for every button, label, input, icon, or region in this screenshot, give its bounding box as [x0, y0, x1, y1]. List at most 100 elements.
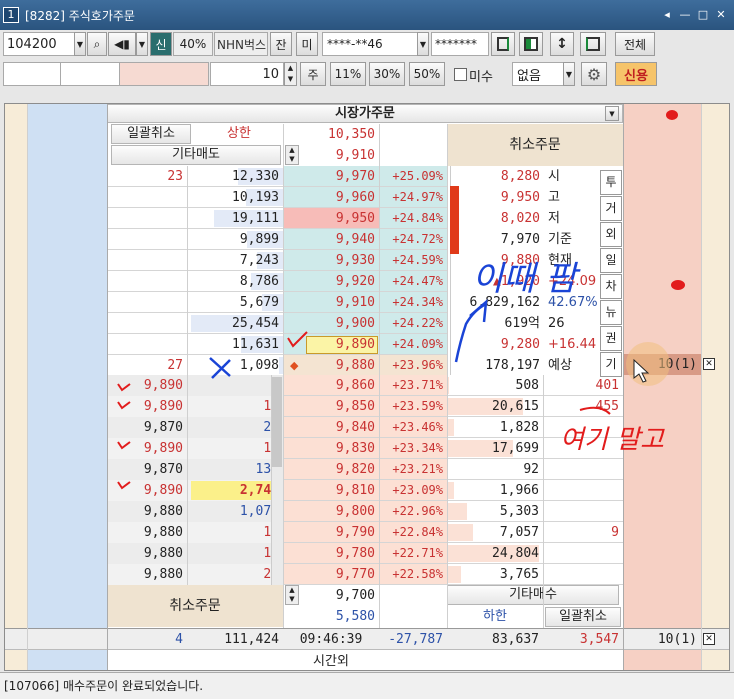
- bid-order-count[interactable]: [543, 480, 623, 501]
- credit-type-button[interactable]: 신: [150, 32, 172, 56]
- other-buy-button[interactable]: 기타매수: [447, 585, 619, 605]
- bid-qty[interactable]: 7,057: [447, 522, 543, 543]
- ask-price[interactable]: 9,900: [283, 313, 379, 334]
- upper-limit-price[interactable]: 10,350: [283, 124, 379, 145]
- ask-order-count[interactable]: 23: [107, 166, 187, 187]
- bid-qty[interactable]: 20,615: [447, 396, 543, 417]
- price-stepper-bottom[interactable]: ▲ ▼: [285, 585, 299, 605]
- ask-price[interactable]: 9,960: [283, 187, 379, 208]
- bid-price[interactable]: 9,850: [283, 396, 379, 417]
- ask-order-count[interactable]: [107, 187, 187, 208]
- ask-qty[interactable]: 7,243: [187, 250, 283, 271]
- bid-price[interactable]: 9,780: [283, 543, 379, 564]
- speaker-dropdown[interactable]: ▼: [136, 32, 148, 56]
- bid-order-count[interactable]: 455: [543, 396, 623, 417]
- cancel-all-sell-button[interactable]: 일괄취소: [111, 124, 191, 144]
- bid-price[interactable]: 9,860: [283, 375, 379, 396]
- condition-dropdown[interactable]: ▼: [563, 62, 575, 86]
- account-input[interactable]: ****-**46: [322, 32, 418, 56]
- ask-price[interactable]: 9,890: [283, 334, 379, 355]
- all-button[interactable]: 전체: [615, 32, 655, 56]
- info-tab[interactable]: 투: [600, 170, 622, 195]
- balance-button[interactable]: 잔: [270, 32, 292, 56]
- ask-order-count[interactable]: [107, 229, 187, 250]
- ask-price[interactable]: 9,950: [283, 208, 379, 229]
- pct-11-button[interactable]: 11%: [330, 62, 366, 86]
- bid-order-count[interactable]: [543, 543, 623, 564]
- layout-button-2[interactable]: [519, 32, 543, 56]
- bid-order-count[interactable]: [543, 564, 623, 585]
- ask-order-count[interactable]: [107, 208, 187, 229]
- ask-price[interactable]: 9,910: [283, 292, 379, 313]
- other-sell-button[interactable]: 기타매도: [111, 145, 281, 165]
- info-tab[interactable]: 권: [600, 326, 622, 351]
- buy-order-column[interactable]: [623, 104, 701, 670]
- bid-price[interactable]: 9,830: [283, 438, 379, 459]
- maximize-button[interactable]: □: [694, 7, 712, 23]
- ask-order-count[interactable]: [107, 271, 187, 292]
- bid-qty[interactable]: 92: [447, 459, 543, 480]
- ask-order-count[interactable]: [107, 334, 187, 355]
- bid-qty[interactable]: 508: [447, 375, 543, 396]
- bid-price[interactable]: 9,820: [283, 459, 379, 480]
- ask-price[interactable]: 9,940: [283, 229, 379, 250]
- quantity-input[interactable]: 10: [210, 62, 284, 86]
- sell-order-column[interactable]: [27, 104, 107, 670]
- market-order-dropdown[interactable]: ▼: [605, 106, 619, 121]
- bid-qty[interactable]: 3,765: [447, 564, 543, 585]
- settings-button[interactable]: ⚙: [581, 62, 607, 86]
- ask-qty[interactable]: 25,454: [187, 313, 283, 334]
- lower-limit-price[interactable]: 5,580: [283, 606, 379, 627]
- cancel-order-buy-header[interactable]: 취소주문: [107, 585, 283, 627]
- cancel-my-order-icon[interactable]: ✕: [703, 358, 715, 370]
- bid-order-count[interactable]: [543, 417, 623, 438]
- ask-order-count[interactable]: [107, 292, 187, 313]
- pin-button[interactable]: ◂: [658, 7, 676, 23]
- ask-order-count[interactable]: [107, 250, 187, 271]
- trade-scrollbar-thumb[interactable]: [272, 377, 282, 467]
- ask-qty[interactable]: 8,786: [187, 271, 283, 292]
- bid-qty[interactable]: 1,828: [447, 417, 543, 438]
- popout-button[interactable]: [580, 32, 606, 56]
- speaker-button[interactable]: ◀▮: [108, 32, 136, 56]
- unfilled-button[interactable]: 미: [296, 32, 318, 56]
- info-tab[interactable]: 거: [600, 196, 622, 221]
- layout-button-1[interactable]: [491, 32, 515, 56]
- order-field-1[interactable]: [3, 62, 61, 86]
- ask-qty[interactable]: 19,111: [187, 208, 283, 229]
- quantity-stepper[interactable]: ▲ ▼: [284, 62, 297, 86]
- credit-button[interactable]: 신용: [615, 62, 657, 86]
- info-tab[interactable]: 뉴: [600, 300, 622, 325]
- bid-price[interactable]: 9,840: [283, 417, 379, 438]
- bid-qty[interactable]: 5,303: [447, 501, 543, 522]
- condition-select[interactable]: 없음: [512, 62, 564, 86]
- market-order-header[interactable]: 시장가주문: [107, 104, 623, 123]
- ask-price[interactable]: 9,970: [283, 166, 379, 187]
- cancel-all-buy-button[interactable]: 일괄취소: [545, 607, 621, 627]
- bid-order-count[interactable]: 9: [543, 522, 623, 543]
- stock-code-input[interactable]: 104200: [3, 32, 75, 56]
- bid-qty[interactable]: 1,966: [447, 480, 543, 501]
- stock-search-button[interactable]: ⌕: [87, 32, 107, 56]
- pct-30-button[interactable]: 30%: [369, 62, 405, 86]
- order-field-3[interactable]: [119, 62, 209, 86]
- bid-price[interactable]: 9,800: [283, 501, 379, 522]
- ask-qty[interactable]: 5,679: [187, 292, 283, 313]
- ask-price[interactable]: 9,880: [283, 355, 379, 376]
- cancel-all-my-order-icon[interactable]: ✕: [703, 633, 715, 645]
- ask-price[interactable]: 9,920: [283, 271, 379, 292]
- swap-button[interactable]: ↕: [550, 32, 574, 56]
- info-tab[interactable]: 기: [600, 352, 622, 377]
- minimize-button[interactable]: —: [676, 7, 694, 23]
- order-button[interactable]: 주: [300, 62, 326, 86]
- password-input[interactable]: *******: [431, 32, 489, 56]
- account-dropdown[interactable]: ▼: [417, 32, 429, 56]
- ask-order-count[interactable]: [107, 313, 187, 334]
- bid-price[interactable]: 9,810: [283, 480, 379, 501]
- info-tab[interactable]: 일: [600, 248, 622, 273]
- stock-code-dropdown[interactable]: ▼: [74, 32, 86, 56]
- ask-order-count[interactable]: 27: [107, 355, 187, 376]
- ask-qty[interactable]: 12,330: [187, 166, 283, 187]
- ask-qty[interactable]: 1,098: [187, 355, 283, 376]
- bid-order-count[interactable]: [543, 501, 623, 522]
